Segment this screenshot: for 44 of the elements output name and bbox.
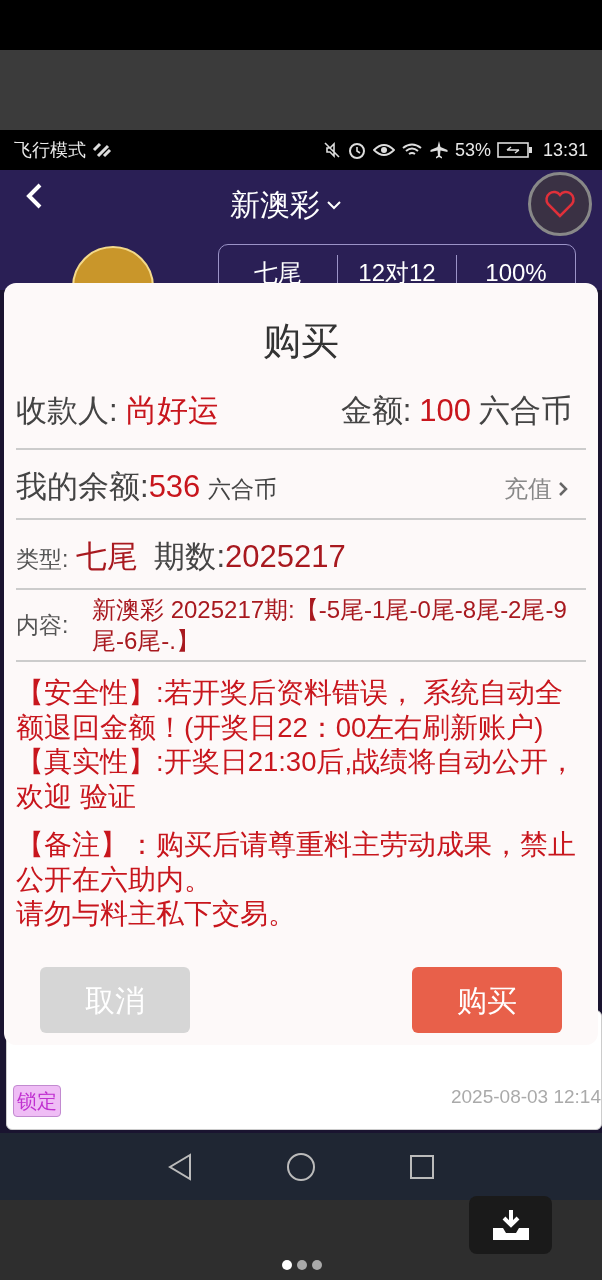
- notice-text: 【真实性】:开奖日21:30后,战绩将自动公开，欢迎 验证: [16, 745, 578, 814]
- type-value: 七尾: [76, 538, 139, 576]
- page-title: 新澳彩: [230, 187, 320, 223]
- status-time: 13:31: [542, 138, 588, 162]
- field-label: 收款人:: [16, 392, 118, 430]
- eye-icon: [372, 142, 395, 158]
- home-nav-icon[interactable]: [286, 1151, 316, 1182]
- chevron-down-icon[interactable]: [326, 199, 342, 210]
- chevron-right-icon: [558, 481, 568, 497]
- heart-icon: [544, 190, 576, 218]
- stat-value: 100%: [485, 258, 547, 288]
- mute-icon: [322, 141, 341, 159]
- field-label: 我的余额:: [16, 468, 149, 506]
- download-icon: [490, 1208, 531, 1242]
- wifi-icon: [400, 142, 423, 158]
- notice-text: 【备注】：购买后请尊重料主劳动成果，禁止公开在六助内。: [16, 828, 577, 897]
- amount-value: 100: [419, 392, 471, 430]
- recents-nav-icon[interactable]: [409, 1153, 436, 1180]
- recharge-link[interactable]: 充值: [504, 471, 568, 507]
- battery-percent: 53%: [454, 138, 491, 162]
- airplane-icon: [428, 140, 449, 160]
- post-time: 2025-08-03 12:14: [451, 1085, 601, 1109]
- download-button[interactable]: [469, 1196, 552, 1254]
- currency-unit: 六合币: [208, 475, 278, 504]
- balance-value: 536: [148, 468, 201, 506]
- notice-text: 【安全性】:若开奖后资料错误， 系统自动全额退回金额！(开奖日22：00左右刷新账户): [16, 676, 565, 745]
- locked-badge: 锁定: [13, 1085, 61, 1117]
- field-label: 期数:: [154, 538, 225, 576]
- alarm-icon: [346, 140, 367, 160]
- dialog-title: 购买: [263, 319, 339, 364]
- payee-name: 尚好运: [125, 392, 219, 430]
- field-label: 内容:: [16, 610, 70, 640]
- period-value: 2025217: [225, 538, 346, 576]
- content-text: 新澳彩 2025217期:【-5尾-1尾-0尾-8尾-2尾-9尾-6尾-.】: [92, 595, 568, 656]
- buy-button[interactable]: 购买: [412, 967, 562, 1033]
- notice-text: 请勿与料主私下交易。: [16, 897, 297, 931]
- status-text: 飞行模式: [14, 138, 86, 162]
- field-label: 金额:: [340, 392, 412, 430]
- back-nav-icon[interactable]: [166, 1152, 193, 1181]
- currency-unit: 六合币: [479, 392, 572, 430]
- battery-icon: [496, 141, 533, 159]
- field-label: 类型:: [16, 545, 69, 574]
- back-icon[interactable]: [24, 182, 44, 210]
- stat-value: 12对12: [358, 258, 436, 288]
